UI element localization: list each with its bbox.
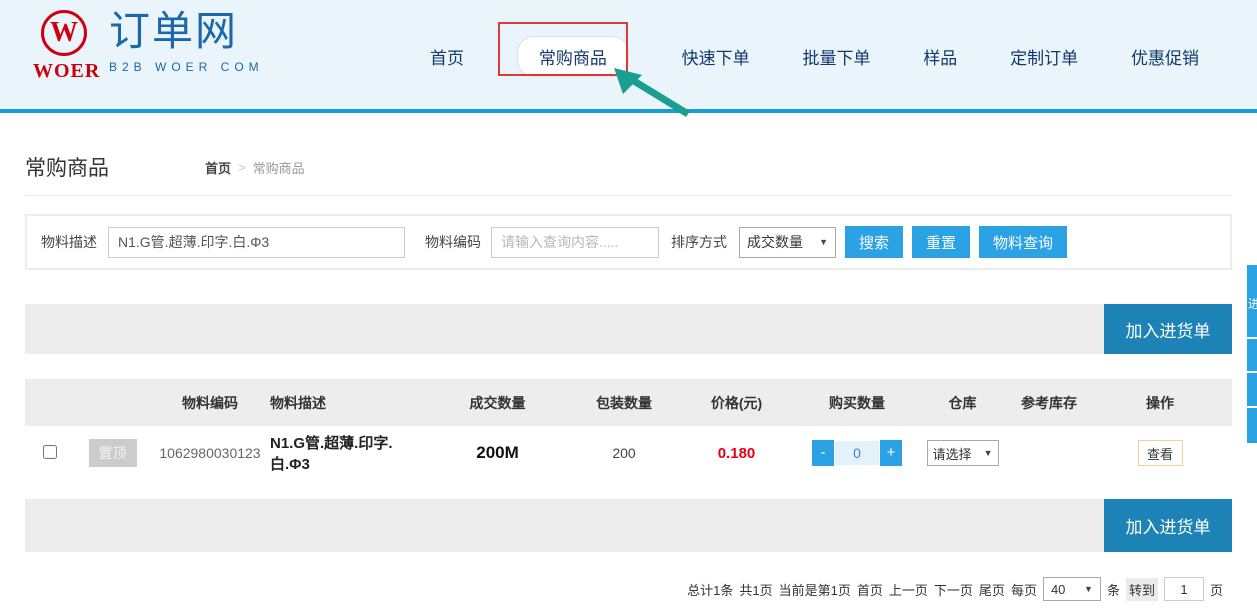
material-code-label: 物料编码: [425, 232, 481, 252]
quantity-input[interactable]: [834, 440, 880, 466]
logo-circle-icon: W: [41, 10, 87, 56]
chevron-down-icon: ▼: [819, 237, 828, 247]
add-to-purchase-list-button-bottom[interactable]: 加入进货单: [1104, 499, 1232, 552]
chevron-down-icon: ▼: [984, 448, 993, 458]
per-page-value: 40: [1051, 582, 1065, 597]
nav-item-promotions[interactable]: 优惠促销: [1131, 44, 1199, 69]
pagination-total: 总计1条: [687, 580, 733, 599]
per-page-unit: 条: [1107, 580, 1120, 599]
sort-select-value: 成交数量: [747, 232, 803, 252]
site-title: 订单网: [109, 8, 264, 54]
header-material-desc: 物料描述: [270, 393, 430, 413]
per-page-select[interactable]: 40 ▼: [1043, 577, 1101, 601]
sort-select[interactable]: 成交数量 ▼: [739, 227, 836, 258]
header-action: 操作: [1097, 393, 1223, 413]
quantity-minus-button[interactable]: -: [812, 440, 834, 466]
breadcrumb-separator-icon: >: [238, 160, 246, 175]
page: W WOER 订单网 B2B WOER COM 首页 常购商品 快速下单 批量下…: [0, 0, 1257, 614]
site-title-group: 订单网 B2B WOER COM: [109, 8, 264, 74]
top-action-bar: 加入进货单: [25, 304, 1232, 354]
table-header-row: 物料编码 物料描述 成交数量 包装数量 价格(元) 购买数量 仓库 参考库存 操…: [25, 379, 1232, 426]
row-price: 0.180: [683, 445, 790, 462]
header-buy-qty: 购买数量: [790, 393, 924, 413]
quantity-plus-button[interactable]: +: [880, 440, 902, 466]
nav-item-custom-order[interactable]: 定制订单: [1010, 44, 1078, 69]
nav-item-bulk-order[interactable]: 批量下单: [802, 44, 870, 69]
header-ref-stock: 参考库存: [1001, 393, 1097, 413]
annotation-arrow-icon: [608, 66, 696, 118]
reset-button[interactable]: 重置: [912, 226, 970, 258]
pagination-first-link[interactable]: 首页: [857, 580, 883, 599]
row-material-desc: N1.G管.超薄.印字.白.Φ3: [270, 432, 430, 474]
quick-sidebar-item-2[interactable]: [1247, 339, 1257, 371]
header-pack-qty: 包装数量: [565, 393, 683, 413]
breadcrumb-home-link[interactable]: 首页: [205, 158, 231, 177]
goto-page-label: 转到: [1126, 578, 1158, 601]
pagination-prev-link[interactable]: 上一页: [889, 580, 928, 599]
filter-panel: 物料描述 物料编码 排序方式 成交数量 ▼ 搜索 重置 物料查询: [25, 214, 1232, 270]
quick-sidebar-item-4[interactable]: [1247, 408, 1257, 443]
goto-page-input[interactable]: [1164, 577, 1204, 601]
pagination-last-link[interactable]: 尾页: [979, 580, 1005, 599]
add-to-purchase-list-button-top[interactable]: 加入进货单: [1104, 304, 1232, 354]
material-desc-label: 物料描述: [41, 232, 97, 252]
row-checkbox[interactable]: [43, 445, 57, 459]
divider: [25, 195, 1232, 196]
row-material-code: 1062980030123: [150, 445, 270, 461]
nav-item-home[interactable]: 首页: [430, 44, 464, 69]
header-material-code: 物料编码: [150, 393, 270, 413]
pin-to-top-button[interactable]: 置顶: [89, 439, 137, 467]
quick-sidebar-item-3[interactable]: [1247, 373, 1257, 406]
header-warehouse: 仓库: [924, 393, 1001, 413]
material-lookup-button[interactable]: 物料查询: [979, 226, 1067, 258]
app-header: W WOER 订单网 B2B WOER COM 首页 常购商品 快速下单 批量下…: [0, 0, 1257, 113]
page-head: 常购商品 首页 > 常购商品: [0, 113, 1257, 182]
breadcrumb-current: 常购商品: [253, 158, 305, 177]
view-button[interactable]: 查看: [1138, 440, 1183, 466]
quantity-stepper: - +: [812, 440, 902, 466]
quick-access-sidebar: 进: [1247, 265, 1257, 443]
logo-monogram: W: [50, 19, 78, 47]
warehouse-select[interactable]: 请选择 ▼: [927, 440, 999, 466]
page-word: 页: [1210, 580, 1223, 599]
page-title: 常购商品: [25, 152, 109, 182]
sort-label: 排序方式: [671, 232, 727, 252]
warehouse-select-value: 请选择: [933, 444, 972, 463]
table-row: 置顶 1062980030123 N1.G管.超薄.印字.白.Φ3 200M 2…: [25, 426, 1232, 480]
quick-sidebar-item-1[interactable]: 进: [1247, 265, 1257, 337]
pagination-current: 当前是第1页: [779, 580, 851, 599]
row-pack-qty: 200: [565, 445, 683, 461]
woer-logo-icon: W WOER: [33, 8, 95, 83]
header-price: 价格(元): [683, 393, 790, 413]
material-code-input[interactable]: [491, 227, 659, 258]
logo-brand-text: WOER: [33, 60, 95, 83]
per-page-label: 每页: [1011, 580, 1037, 599]
material-desc-input[interactable]: [108, 227, 405, 258]
row-deal-qty: 200M: [430, 443, 565, 463]
pagination: 总计1条 共1页 当前是第1页 首页 上一页 下一页 尾页 每页 40 ▼ 条 …: [0, 577, 1223, 601]
breadcrumb: 首页 > 常购商品: [205, 158, 305, 177]
woer-logo[interactable]: W WOER 订单网 B2B WOER COM: [33, 8, 264, 83]
nav-item-samples[interactable]: 样品: [923, 44, 957, 69]
pagination-next-link[interactable]: 下一页: [934, 580, 973, 599]
search-button[interactable]: 搜索: [845, 226, 903, 258]
pagination-pages: 共1页: [739, 580, 772, 599]
header-deal-qty: 成交数量: [430, 393, 565, 413]
site-subtitle: B2B WOER COM: [109, 60, 264, 74]
product-table: 物料编码 物料描述 成交数量 包装数量 价格(元) 购买数量 仓库 参考库存 操…: [25, 379, 1232, 480]
chevron-down-icon: ▼: [1084, 584, 1093, 594]
bottom-action-bar: 加入进货单: [25, 499, 1232, 552]
quick-sidebar-partial-label: 进: [1248, 295, 1257, 312]
